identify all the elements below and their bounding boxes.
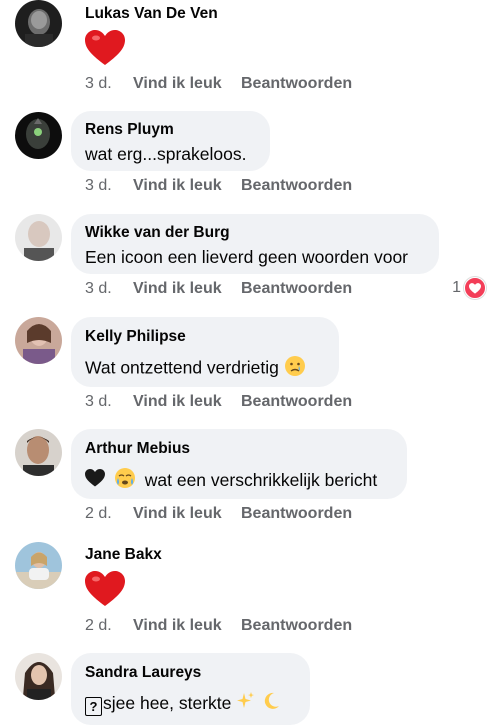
comment-time[interactable]: 2 d. [85,504,133,524]
reaction-count[interactable]: 1 [452,277,486,299]
like-button[interactable]: Vind ik leuk [133,176,241,196]
red-heart-icon [85,571,162,612]
black-heart-icon [85,469,105,493]
avatar[interactable] [15,653,62,700]
comment-actions: 3 d. Vind ik leuk Beantwoorden [85,74,352,94]
comment-author[interactable]: Wikke van der Burg [85,223,425,243]
comment-author[interactable]: Jane Bakx [85,545,162,565]
comment-time[interactable]: 2 d. [85,616,133,636]
avatar[interactable] [15,429,62,476]
unsupported-glyph: ? [85,697,102,716]
comment-text: wat erg...sprakeloos. [85,144,247,164]
comment-time[interactable]: 3 d. [85,74,133,94]
avatar[interactable] [15,112,62,159]
comment-time[interactable]: 3 d. [85,392,133,412]
comment-actions: 3 d. Vind ik leuk Beantwoorden [85,279,352,299]
comment-bubble: Sandra Laureys ? sjee hee, sterkte [71,653,310,725]
comment-actions: 3 d. Vind ik leuk Beantwoorden [85,392,352,412]
comment-bubble: Rens Pluym wat erg...sprakeloos. [71,111,270,171]
avatar[interactable] [15,214,62,261]
reply-button[interactable]: Beantwoorden [241,504,352,524]
comment-author[interactable]: Kelly Philipse [85,327,325,347]
reply-button[interactable]: Beantwoorden [241,616,352,636]
comment-actions: 2 d. Vind ik leuk Beantwoorden [85,504,352,524]
reply-button[interactable]: Beantwoorden [241,392,352,412]
reply-button[interactable]: Beantwoorden [241,74,352,94]
like-button[interactable]: Vind ik leuk [133,504,241,524]
crying-face-icon [284,355,306,383]
comment-text: sjee hee, sterkte [103,693,232,713]
comment-actions: 2 d. Vind ik leuk Beantwoorden [85,616,352,636]
crescent-moon-icon [261,691,281,717]
comment-author[interactable]: Sandra Laureys [85,663,296,683]
like-button[interactable]: Vind ik leuk [133,616,241,636]
comment-author[interactable]: Arthur Mebius [85,439,393,459]
like-button[interactable]: Vind ik leuk [133,279,241,299]
like-button[interactable]: Vind ik leuk [133,74,241,94]
comment-author[interactable]: Lukas Van De Ven [85,4,218,24]
crying-face-icon [114,467,136,495]
reply-button[interactable]: Beantwoorden [241,279,352,299]
avatar[interactable] [15,542,62,589]
comment-actions: 3 d. Vind ik leuk Beantwoorden [85,176,352,196]
reply-button[interactable]: Beantwoorden [241,176,352,196]
like-button[interactable]: Vind ik leuk [133,392,241,412]
comment-bubble: Wikke van der Burg Een icoon een lieverd… [71,214,439,274]
avatar[interactable] [15,0,62,47]
red-heart-icon [85,30,218,71]
comment-bubble: Kelly Philipse Wat ontzettend verdrietig [71,317,339,387]
comment-time[interactable]: 3 d. [85,279,133,299]
reaction-count-value: 1 [452,279,461,296]
comment-text: Wat ontzettend verdrietig [85,357,279,378]
comment-bubble: Arthur Mebius wat een verschrikkelijk be… [71,429,407,499]
comment-time[interactable]: 3 d. [85,176,133,196]
comment-author[interactable]: Rens Pluym [85,120,256,140]
comment-text: wat een verschrikkelijk bericht [144,469,378,490]
comment-text: Een icoon een lieverd geen woorden voor [85,247,408,267]
sparkles-icon [236,691,256,717]
heart-reaction-icon [464,277,486,299]
avatar[interactable] [15,317,62,364]
